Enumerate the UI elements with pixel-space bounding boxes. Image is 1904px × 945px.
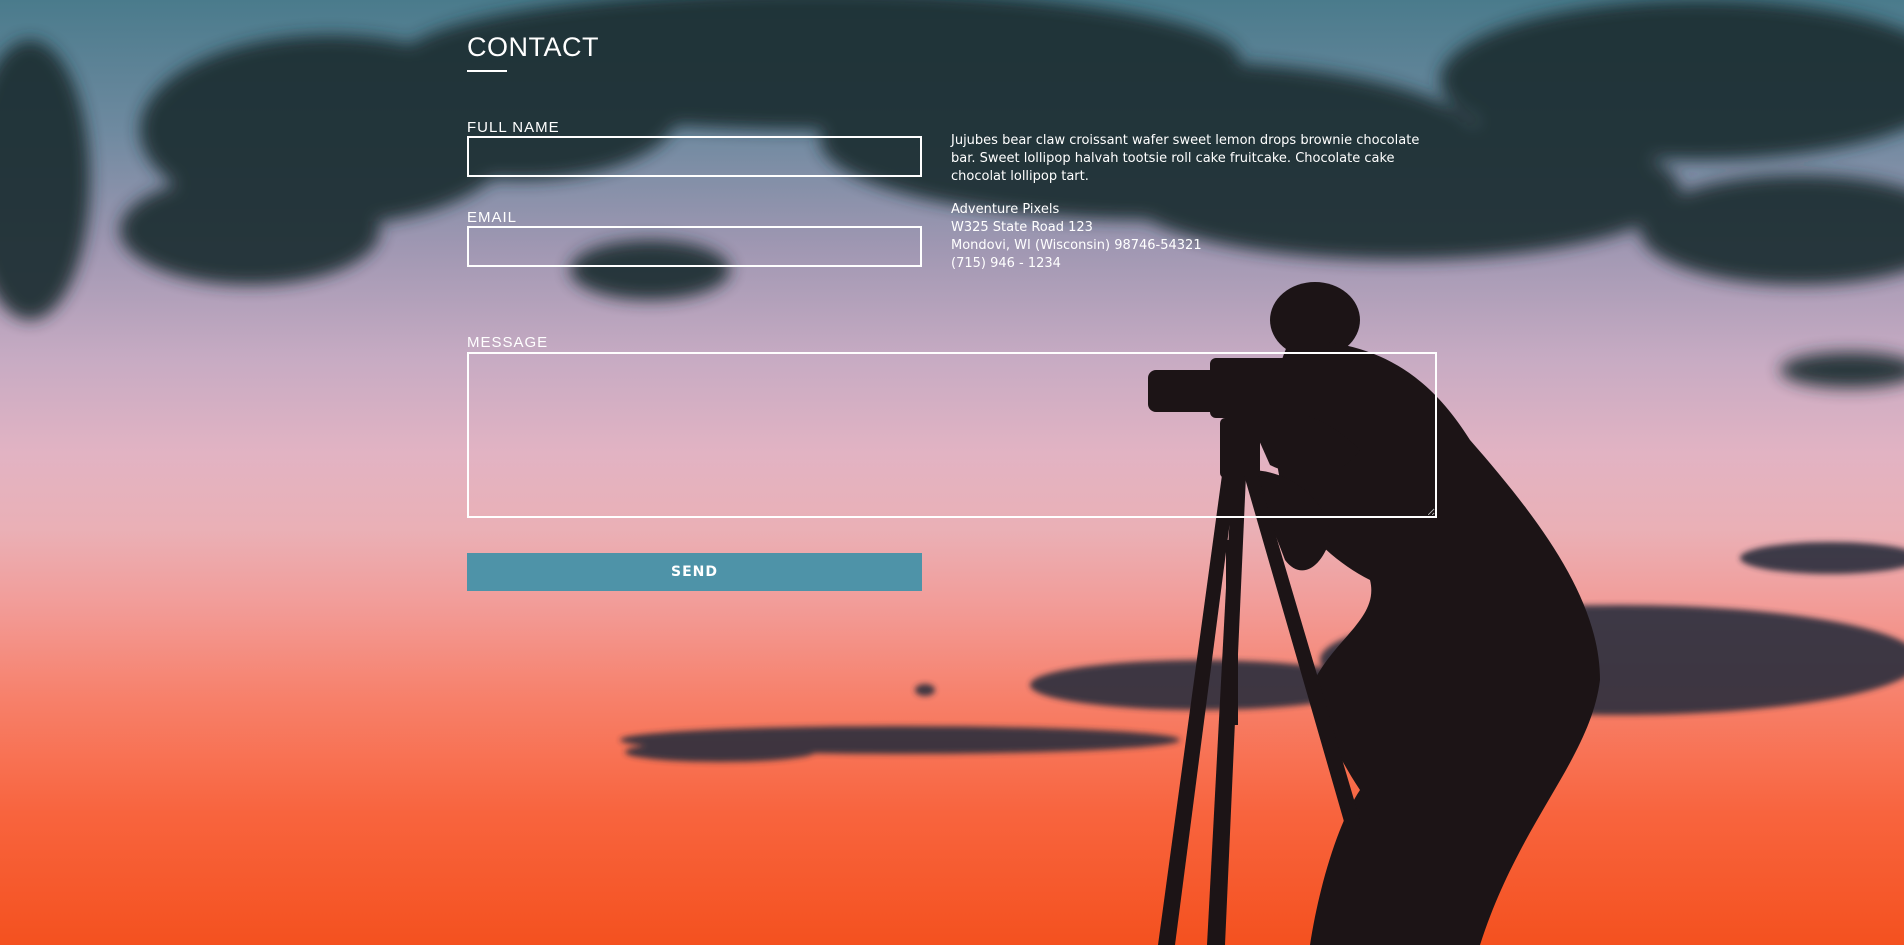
full-name-input[interactable] [467,136,922,177]
contact-section: CONTACT FULL NAME EMAIL MESSAGE SEND Juj… [0,0,1904,945]
address-line-2: Mondovi, WI (Wisconsin) 98746-54321 [951,238,1202,253]
full-name-label: FULL NAME [467,119,560,136]
email-input[interactable] [467,226,922,267]
company-name: Adventure Pixels [951,202,1060,217]
message-label: MESSAGE [467,334,549,351]
info-description: Jujubes bear claw croissant wafer sweet … [951,133,1420,184]
send-button[interactable]: SEND [467,553,922,591]
message-textarea[interactable] [467,352,1437,518]
address-line-1: W325 State Road 123 [951,220,1093,235]
email-label: EMAIL [467,209,518,226]
phone-number: (715) 946 - 1234 [951,256,1061,271]
page-title: CONTACT [467,32,599,62]
contact-info: Jujubes bear claw croissant wafer sweet … [951,132,1431,273]
title-underline [467,70,507,72]
